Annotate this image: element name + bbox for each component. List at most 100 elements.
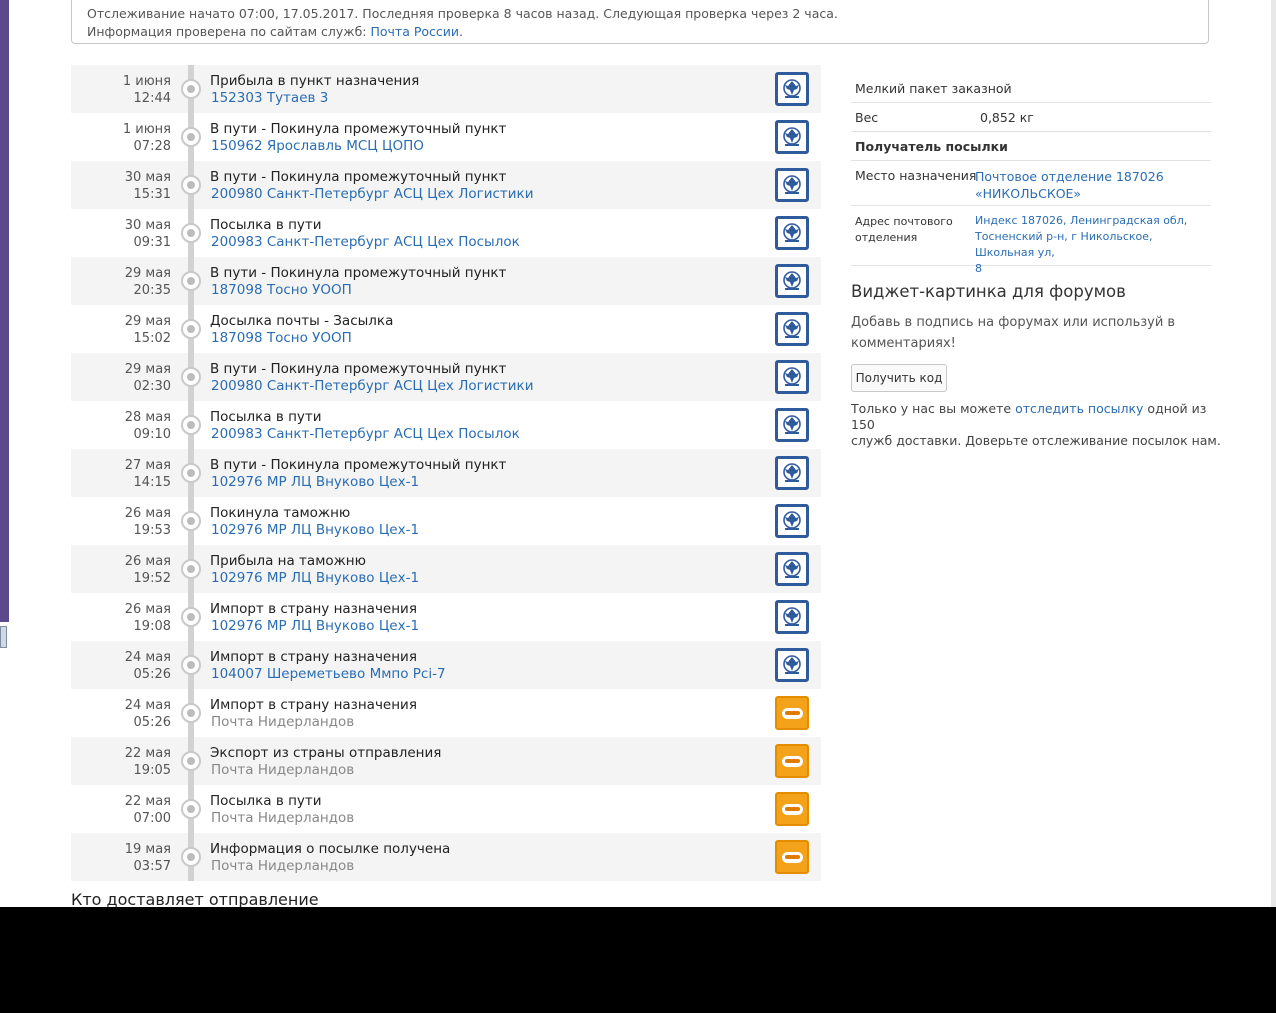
event-title: Импорт в страну назначения bbox=[210, 649, 417, 665]
event-location[interactable]: 200980 Санкт-Петербург АСЦ Цех Логистики bbox=[211, 186, 533, 203]
timeline-dot-icon bbox=[181, 799, 201, 819]
timeline-event: 29 мая 02:30 В пути - Покинула промежуточн… bbox=[71, 353, 821, 401]
event-location[interactable]: 102976 МР ЛЦ Внуково Цех-1 bbox=[211, 570, 419, 587]
event-datetime: 22 мая 07:00 bbox=[71, 793, 171, 827]
russian-post-icon[interactable] bbox=[775, 72, 809, 106]
event-location[interactable]: 187098 Тосно УООП bbox=[211, 330, 352, 347]
tracking-info-box: Отслеживание начато 07:00, 17.05.2017. П… bbox=[71, 0, 1209, 44]
postnl-icon[interactable] bbox=[775, 744, 809, 778]
timeline-event: 29 мая 20:35 В пути - Покинула промежуточн… bbox=[71, 257, 821, 305]
postnl-icon[interactable] bbox=[775, 696, 809, 730]
event-time: 05:26 bbox=[133, 715, 171, 730]
event-date: 19 мая bbox=[124, 842, 171, 857]
event-location[interactable]: 200983 Санкт-Петербург АСЦ Цех Посылок bbox=[211, 426, 520, 443]
timeline-event: 22 мая 19:05 Экспорт из страны отправления… bbox=[71, 737, 821, 785]
timeline-event: 26 мая 19:53 Покинула таможню 102976 МР ЛЦ … bbox=[71, 497, 821, 545]
russian-post-icon[interactable] bbox=[775, 312, 809, 346]
address-line-2: Тосненский р-н, г Никольское, Школьная у… bbox=[975, 230, 1153, 259]
event-date: 26 мая bbox=[124, 602, 171, 617]
event-date: 24 мая bbox=[124, 650, 171, 665]
timeline-event: 30 мая 15:31 В пути - Покинула промежуточн… bbox=[71, 161, 821, 209]
widget-description-line-1: Добавь в подпись на форумах или использу… bbox=[851, 315, 1176, 330]
postnl-icon[interactable] bbox=[775, 792, 809, 826]
event-datetime: 30 мая 15:31 bbox=[71, 169, 171, 203]
recipient-heading: Получатель посылки bbox=[855, 139, 1008, 154]
timeline-event: 1 июня 07:28 В пути - Покинула промежуточн… bbox=[71, 113, 821, 161]
event-date: 29 мая bbox=[124, 362, 171, 377]
timeline-dot-icon bbox=[181, 367, 201, 387]
event-time: 12:44 bbox=[133, 91, 171, 106]
event-location[interactable]: 104007 Шереметьево Ммпо Pci-7 bbox=[211, 666, 446, 683]
russian-post-icon[interactable] bbox=[775, 360, 809, 394]
timeline-dot-icon bbox=[181, 271, 201, 291]
event-location[interactable]: 152303 Тутаев 3 bbox=[211, 90, 328, 107]
event-date: 29 мая bbox=[124, 266, 171, 281]
russian-post-icon[interactable] bbox=[775, 168, 809, 202]
event-title: Покинула таможню bbox=[210, 505, 351, 521]
sources-line: Информация проверена по сайтам служб: По… bbox=[87, 23, 1193, 41]
weight-row: Вес 0,852 кг bbox=[851, 103, 1211, 132]
event-location[interactable]: 200983 Санкт-Петербург АСЦ Цех Посылок bbox=[211, 234, 520, 251]
destination-row: Место назначения Почтовое отделение 1870… bbox=[851, 161, 1211, 206]
russian-post-icon[interactable] bbox=[775, 648, 809, 682]
get-code-button[interactable]: Получить код bbox=[851, 364, 947, 392]
side-tab-icon[interactable] bbox=[0, 626, 7, 648]
event-location[interactable]: 200980 Санкт-Петербург АСЦ Цех Логистики bbox=[211, 378, 533, 395]
event-location: Почта Нидерландов bbox=[211, 714, 355, 730]
russian-post-icon[interactable] bbox=[775, 264, 809, 298]
event-title: Посылка в пути bbox=[210, 793, 322, 809]
russian-post-link[interactable]: Почта России bbox=[370, 24, 459, 39]
event-date: 30 мая bbox=[124, 218, 171, 233]
event-date: 26 мая bbox=[124, 506, 171, 521]
tracking-status-text: Отслеживание начато 07:00, 17.05.2017. П… bbox=[87, 6, 838, 21]
event-title: В пути - Покинула промежуточный пункт bbox=[210, 169, 507, 185]
widget-heading: Виджет-картинка для форумов bbox=[851, 282, 1126, 301]
russian-post-icon[interactable] bbox=[775, 408, 809, 442]
event-location[interactable]: 102976 МР ЛЦ Внуково Цех-1 bbox=[211, 474, 419, 491]
event-datetime: 27 мая 14:15 bbox=[71, 457, 171, 491]
event-datetime: 1 июня 07:28 bbox=[71, 121, 171, 155]
destination-link[interactable]: Почтовое отделение 187026 «НИКОЛЬСКОЕ» bbox=[975, 168, 1164, 202]
event-location[interactable]: 102976 МР ЛЦ Внуково Цех-1 bbox=[211, 522, 419, 539]
russian-post-icon[interactable] bbox=[775, 120, 809, 154]
russian-post-icon[interactable] bbox=[775, 216, 809, 250]
event-time: 19:08 bbox=[133, 619, 171, 634]
event-location: Почта Нидерландов bbox=[211, 762, 355, 778]
widget-description: Добавь в подпись на форумах или использу… bbox=[851, 312, 1211, 354]
event-time: 03:57 bbox=[133, 859, 171, 874]
event-location[interactable]: 150962 Ярославль МСЦ ЦОПО bbox=[211, 138, 424, 155]
timeline-dot-icon bbox=[181, 175, 201, 195]
russian-post-icon[interactable] bbox=[775, 552, 809, 586]
track-parcel-link[interactable]: отследить посылку bbox=[1015, 401, 1143, 416]
event-datetime: 24 мая 05:26 bbox=[71, 649, 171, 683]
event-datetime: 26 мая 19:08 bbox=[71, 601, 171, 635]
event-title: В пути - Покинула промежуточный пункт bbox=[210, 121, 507, 137]
parcel-details-panel: Мелкий пакет заказной Вес 0,852 кг Получ… bbox=[851, 72, 1221, 448]
office-address-row: Адрес почтового отделения Индекс 187026,… bbox=[851, 206, 1211, 275]
event-datetime: 30 мая 09:31 bbox=[71, 217, 171, 251]
event-datetime: 26 мая 19:53 bbox=[71, 505, 171, 539]
timeline-dot-icon bbox=[181, 655, 201, 675]
russian-post-icon[interactable] bbox=[775, 504, 809, 538]
event-title: Прибыла на таможню bbox=[210, 553, 366, 569]
sources-suffix: . bbox=[459, 24, 463, 39]
event-title: Посылка в пути bbox=[210, 409, 322, 425]
window-edge-left-lower bbox=[0, 622, 9, 907]
event-datetime: 22 мая 19:05 bbox=[71, 745, 171, 779]
timeline-dot-icon bbox=[181, 751, 201, 771]
event-title: В пути - Покинула промежуточный пункт bbox=[210, 457, 507, 473]
timeline-event: 24 мая 05:26 Импорт в страну назначения 104… bbox=[71, 641, 821, 689]
timeline-dot-icon bbox=[181, 511, 201, 531]
timeline-dot-icon bbox=[181, 463, 201, 483]
event-location[interactable]: 102976 МР ЛЦ Внуково Цех-1 bbox=[211, 618, 419, 635]
event-location: Почта Нидерландов bbox=[211, 858, 355, 874]
russian-post-icon[interactable] bbox=[775, 600, 809, 634]
russian-post-icon[interactable] bbox=[775, 456, 809, 490]
event-date: 24 мая bbox=[124, 698, 171, 713]
office-address-link[interactable]: Индекс 187026, Ленинградская обл, Тоснен… bbox=[975, 213, 1211, 277]
timeline-event: 19 мая 03:57 Информация о посылке получена… bbox=[71, 833, 821, 881]
event-title: В пути - Покинула промежуточный пункт bbox=[210, 265, 507, 281]
event-time: 15:31 bbox=[133, 187, 171, 202]
postnl-icon[interactable] bbox=[775, 840, 809, 874]
event-location[interactable]: 187098 Тосно УООП bbox=[211, 282, 352, 299]
